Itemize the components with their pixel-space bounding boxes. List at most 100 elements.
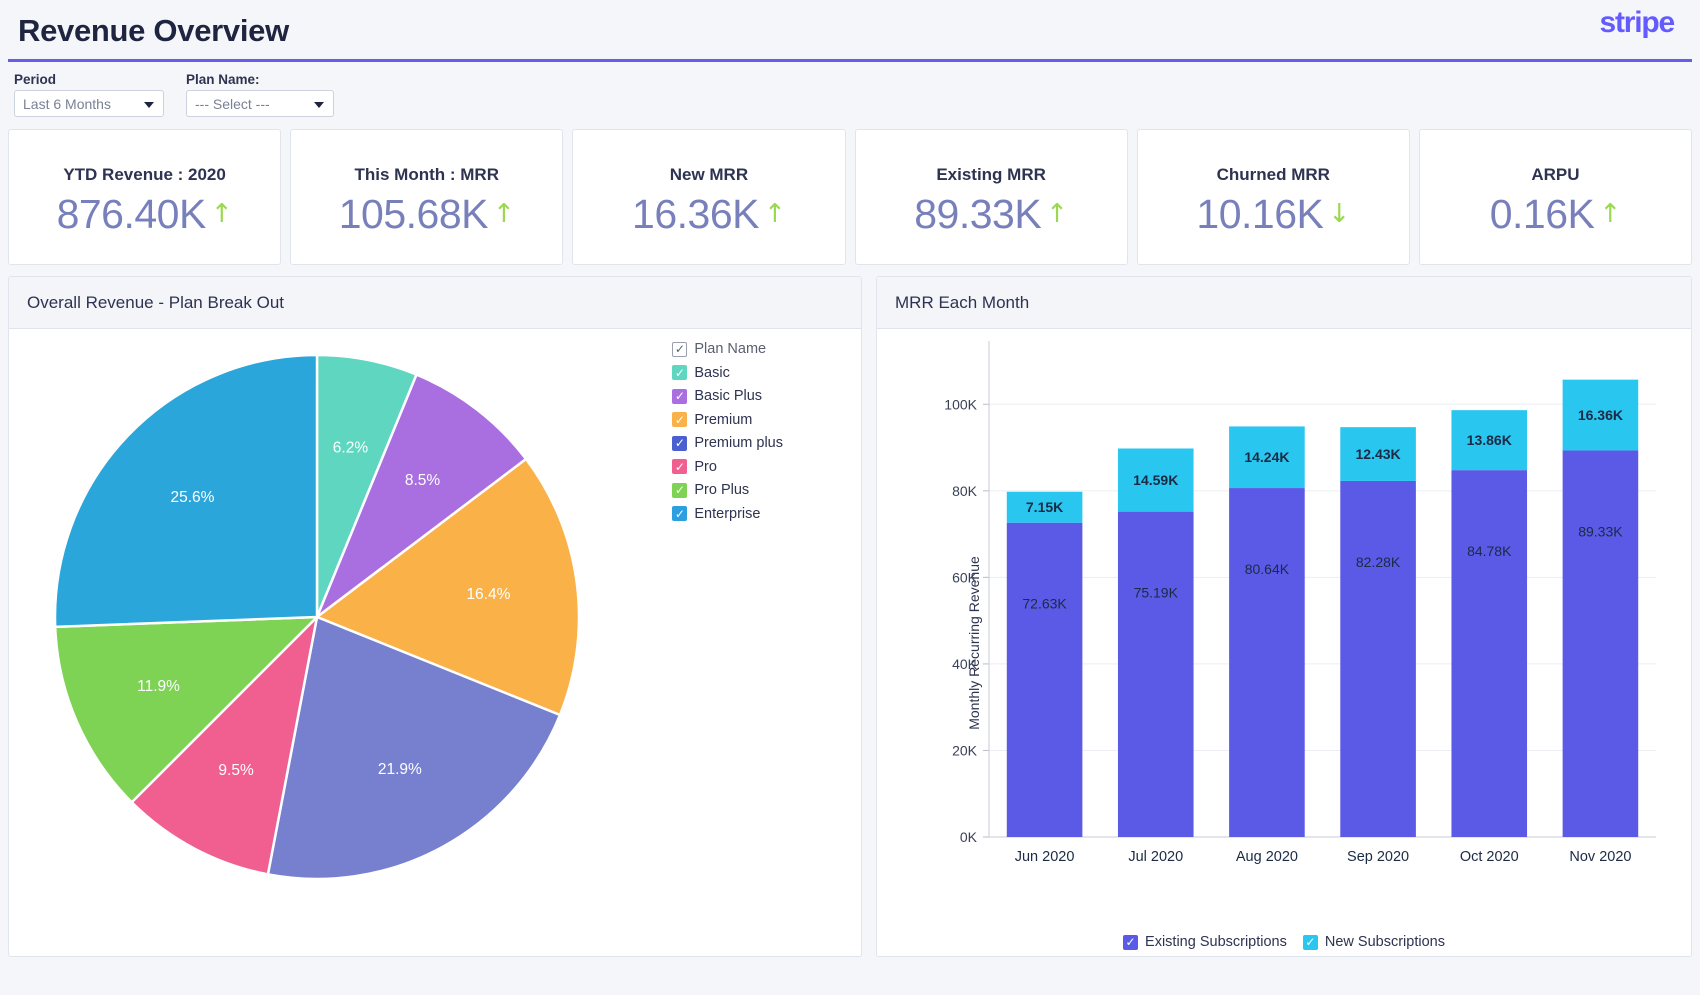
kpi-value: 10.16K (1196, 190, 1324, 237)
kpi-card[interactable]: This Month : MRR 105.68K ↑ (290, 129, 564, 265)
bar-legend-item[interactable]: ✓ New Subscriptions (1302, 934, 1445, 950)
bar-value-label-existing: 75.19K (1134, 585, 1179, 601)
legend-item-label: Premium (694, 411, 753, 428)
kpi-value: 876.40K (56, 190, 207, 237)
kpi-value-wrap: 876.40K ↑ (57, 191, 233, 238)
legend-item-premium-plus[interactable]: ✓ Premium plus (672, 435, 783, 451)
pie-slice-label: 25.6% (170, 489, 214, 506)
bar-value-label-existing: 82.28K (1356, 554, 1401, 570)
filter-plan-name: Plan Name: --- Select --- (186, 72, 334, 117)
bar-value-label-existing: 80.64K (1245, 561, 1290, 577)
legend-item-label: Basic (694, 364, 730, 381)
y-axis-tick-label: 60K (952, 569, 978, 585)
chart-panels: Overall Revenue - Plan Break Out 6.2% 8.5… (0, 265, 1700, 965)
checkbox-icon[interactable]: ✓ (672, 506, 688, 521)
checkbox-icon[interactable]: ✓ (672, 459, 688, 474)
kpi-card[interactable]: YTD Revenue : 2020 876.40K ↑ (8, 129, 282, 265)
x-axis-tick-label: Aug 2020 (1236, 849, 1298, 865)
page-header: Revenue Overview stripe (8, 0, 1692, 62)
bar-value-label-new: 13.86K (1467, 432, 1512, 448)
kpi-title: New MRR (669, 164, 749, 184)
panel-overall-revenue: Overall Revenue - Plan Break Out 6.2% 8.5… (8, 276, 862, 957)
kpi-title: YTD Revenue : 2020 (63, 164, 226, 184)
bar-segment-existing[interactable] (1006, 522, 1083, 837)
legend-item-label: Pro (694, 458, 717, 475)
bar-legend-label: New Subscriptions (1324, 934, 1445, 950)
plan-name-select[interactable]: --- Select --- (186, 90, 334, 117)
kpi-title: This Month : MRR (354, 164, 499, 184)
period-select-value: Last 6 Months (23, 95, 111, 112)
kpi-value-wrap: 16.36K ↑ (632, 191, 786, 238)
kpi-value: 105.68K (338, 190, 489, 237)
checkbox-icon[interactable]: ✓ (672, 435, 688, 451)
y-axis-tick-label: 100K (944, 396, 977, 412)
legend-item-label: Pro Plus (694, 482, 750, 498)
kpi-title: ARPU (1531, 164, 1580, 184)
legend-item-premium[interactable]: ✓ Premium (672, 412, 783, 428)
legend-item-enterprise[interactable]: ✓ Enterprise (672, 506, 783, 522)
header-divider (8, 59, 1692, 62)
period-select[interactable]: Last 6 Months (14, 90, 164, 117)
kpi-value-wrap: 89.33K ↑ (914, 191, 1068, 238)
kpi-card[interactable]: Existing MRR 89.33K ↑ (854, 129, 1128, 265)
y-axis-tick-label: 0K (960, 829, 978, 845)
bar-value-label-new: 14.24K (1244, 449, 1289, 465)
legend-item-pro-plus[interactable]: ✓ Pro Plus (672, 482, 783, 498)
checkbox-icon[interactable]: ✓ (672, 412, 688, 427)
legend-item-label: Basic Plus (694, 388, 763, 404)
kpi-card[interactable]: New MRR 16.36K ↑ (572, 129, 846, 265)
kpi-card[interactable]: Churned MRR 10.16K ↓ (1136, 129, 1410, 265)
kpi-title: Churned MRR (1216, 164, 1330, 184)
filter-bar: Period Last 6 Months Plan Name: --- Sele… (0, 62, 1700, 125)
checkbox-icon[interactable]: ✓ (1123, 934, 1139, 950)
bar-value-label-existing: 72.63K (1022, 596, 1067, 612)
kpi-card-row: YTD Revenue : 2020 876.40K ↑ This Month : M… (0, 125, 1700, 265)
x-axis-tick-label: Jun 2020 (1015, 849, 1075, 865)
legend-header-row[interactable]: ✓ Plan Name (672, 341, 783, 357)
checkbox-icon[interactable]: ✓ (1302, 934, 1318, 950)
bar-segment-existing[interactable] (1117, 511, 1194, 837)
checkbox-icon[interactable]: ✓ (672, 388, 688, 404)
panel-mrr-each-month-body: Monthly Recurring Revenue 0K 20K 40K 60K 80K… (877, 329, 1691, 956)
checkbox-icon[interactable]: ✓ (672, 482, 688, 498)
legend-item-basic[interactable]: ✓ Basic (672, 365, 783, 381)
bar-legend-item[interactable]: ✓ Existing Subscriptions (1123, 934, 1287, 950)
bar-segment-existing[interactable] (1562, 450, 1639, 837)
legend-item-label: Enterprise (694, 505, 761, 522)
kpi-value: 0.16K (1489, 190, 1595, 237)
bar-legend-label: Existing Subscriptions (1145, 934, 1287, 950)
bar-segment-existing[interactable] (1451, 470, 1528, 837)
kpi-value: 89.33K (914, 190, 1042, 237)
bar-value-label-new: 12.43K (1356, 446, 1401, 462)
bar-value-label-existing: 84.78K (1467, 543, 1512, 559)
trend-down-icon: ↓ (1328, 199, 1351, 229)
pie-chart-legend: ✓ Plan Name ✓ Basic ✓ Basic Plus ✓ Premium ✓ Prem… (672, 341, 783, 522)
kpi-value-wrap: 10.16K ↓ (1196, 191, 1350, 238)
stripe-logo: stripe (1599, 6, 1676, 39)
trend-up-icon: ↑ (210, 199, 233, 229)
bar-segment-existing[interactable] (1229, 488, 1305, 837)
kpi-card[interactable]: ARPU 0.16K ↑ (1418, 129, 1693, 265)
trend-up-icon: ↑ (1599, 199, 1622, 229)
trend-up-icon: ↑ (1046, 199, 1068, 229)
pie-slice-label: 16.4% (466, 586, 510, 603)
filter-plan-name-label: Plan Name: (186, 72, 260, 87)
filter-period-label: Period (14, 72, 57, 87)
kpi-value-wrap: 105.68K ↑ (339, 191, 515, 238)
pie-chart: 6.2% 8.5% 16.4% 21.9% 9.5% 11.9% 25.6% (53, 353, 581, 881)
legend-item-pro[interactable]: ✓ Pro (672, 459, 783, 475)
pie-slice-label: 8.5% (405, 472, 441, 489)
page-title: Revenue Overview (18, 13, 289, 48)
bar-segment-existing[interactable] (1340, 480, 1416, 837)
checkbox-icon[interactable]: ✓ (672, 365, 688, 380)
pie-slice-label: 11.9% (137, 678, 180, 695)
plan-name-select-value: --- Select --- (195, 95, 270, 112)
checkbox-icon[interactable]: ✓ (672, 341, 688, 357)
bar-chart-legend: ✓ Existing Subscriptions ✓ New Subscription… (877, 934, 1691, 950)
legend-item-basic-plus[interactable]: ✓ Basic Plus (672, 388, 783, 404)
panel-overall-revenue-title: Overall Revenue - Plan Break Out (27, 292, 285, 312)
x-axis-tick-label: Nov 2020 (1569, 849, 1631, 865)
panel-mrr-each-month: MRR Each Month Monthly Recurring Revenue… (876, 276, 1692, 957)
panel-overall-revenue-body: 6.2% 8.5% 16.4% 21.9% 9.5% 11.9% 25.6% ✓ Plan N… (9, 329, 861, 956)
panel-mrr-each-month-header: MRR Each Month (877, 277, 1691, 329)
